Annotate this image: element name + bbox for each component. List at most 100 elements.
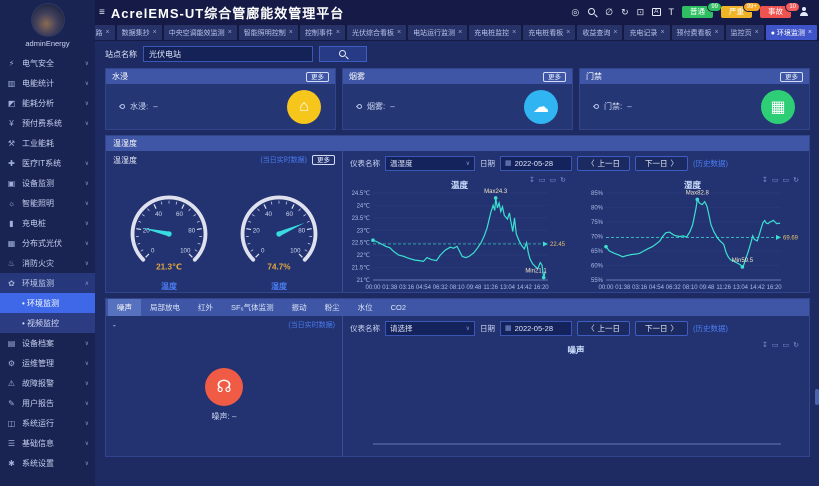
refresh-icon[interactable]: ↻ [621, 8, 629, 17]
mute-bell-icon[interactable]: ∅ [605, 8, 613, 17]
tab-close-icon[interactable]: × [613, 29, 617, 36]
more-button[interactable]: 更多 [780, 72, 803, 82]
tab-close-icon[interactable]: × [397, 29, 401, 36]
sidebar-item-分布式光伏[interactable]: ▦ 分布式光伏 ∨ [0, 233, 95, 253]
sidebar-item-工业能耗[interactable]: ⚒ 工业能耗 [0, 133, 95, 153]
sidebar-item-系统运行[interactable]: ◫ 系统运行 ∨ [0, 413, 95, 433]
env-tab-局部放电[interactable]: 局部放电 [141, 299, 189, 316]
dataview-icon[interactable]: ▭ [550, 176, 557, 184]
sidebar-item-设备档案[interactable]: ▤ 设备档案 ∨ [0, 333, 95, 353]
alarm-button-普通[interactable]: 普通 99 [682, 6, 713, 18]
tab-close-icon[interactable]: × [153, 29, 157, 36]
tab-充电桩看板[interactable]: 充电桩看板 × [523, 25, 575, 40]
fullscreen-icon[interactable]: ⊡ [637, 8, 645, 17]
tab-控制事件[interactable]: 控制事件 × [300, 25, 345, 40]
sidebar-item-能耗分析[interactable]: ◩ 能耗分析 ∨ [0, 93, 95, 113]
search-button[interactable] [319, 46, 367, 62]
more-button[interactable]: 更多 [312, 155, 335, 165]
record-icon[interactable]: ◎ [571, 8, 579, 17]
sidebar-item-故障报警[interactable]: ⚠ 故障报警 ∨ [0, 373, 95, 393]
tab-close-icon[interactable]: × [336, 29, 340, 36]
env-tab-振动[interactable]: 振动 [283, 299, 316, 316]
sidebar-item-设备监测[interactable]: ▣ 设备监测 ∨ [0, 173, 95, 193]
refresh-icon[interactable]: ↻ [793, 176, 799, 184]
refresh-icon[interactable]: ↻ [560, 176, 566, 184]
avatar[interactable] [31, 3, 65, 37]
tab-环境监测[interactable]: ● 环境监测 × [766, 25, 817, 40]
download-icon[interactable]: ↧ [762, 176, 768, 184]
prev-day-button[interactable]: 〈 上一日 [577, 321, 630, 336]
tab-充电记录[interactable]: 充电记录 × [624, 25, 669, 40]
alarm-button-事故[interactable]: 事故 10 [760, 6, 791, 18]
sidebar-item-环境监测[interactable]: ✿ 环境监测 ∧ [0, 273, 95, 293]
prev-day-button[interactable]: 〈 上一日 [577, 156, 630, 171]
tab-close-icon[interactable]: × [512, 29, 516, 36]
tab-close-icon[interactable]: × [715, 29, 719, 36]
tab-电水气回路[interactable]: 电水气回路 × [95, 25, 115, 40]
restore-icon[interactable]: ▭ [772, 341, 779, 349]
sidebar-item-智能照明[interactable]: ☼ 智能照明 ∨ [0, 193, 95, 213]
site-name-input[interactable] [143, 46, 313, 62]
tab-收益查询[interactable]: 收益查询 × [577, 25, 622, 40]
sidebar-item-电气安全[interactable]: ⚡ 电气安全 ∨ [0, 53, 95, 73]
next-day-button[interactable]: 下一日 〉 [635, 321, 688, 336]
sidebar-item-用户报告[interactable]: ✎ 用户报告 ∨ [0, 393, 95, 413]
history-data-link[interactable]: (历史数据) [693, 323, 728, 334]
sidebar-item-消防火灾[interactable]: ♨ 消防火灾 ∨ [0, 253, 95, 273]
env-tab-噪声[interactable]: 噪声 [108, 299, 141, 316]
tab-close-icon[interactable]: × [660, 29, 664, 36]
tab-close-icon[interactable]: × [228, 29, 232, 36]
sidebar-item-系统设置[interactable]: ✱ 系统设置 ∨ [0, 453, 95, 473]
more-button[interactable]: 更多 [543, 72, 566, 82]
dataview-icon[interactable]: ▭ [783, 176, 790, 184]
download-icon[interactable]: ↧ [762, 341, 768, 349]
sidebar-item-基础信息[interactable]: ☰ 基础信息 ∨ [0, 433, 95, 453]
download-icon[interactable]: ↧ [529, 176, 535, 184]
sidebar-item-预付费系统[interactable]: ¥ 预付费系统 ∨ [0, 113, 95, 133]
sidebar-item-运维管理[interactable]: ⚙ 运维管理 ∨ [0, 353, 95, 373]
tab-电站运行监测[interactable]: 电站运行监测 × [408, 25, 467, 40]
search-icon[interactable] [587, 7, 597, 17]
date-picker[interactable]: ▦ 2022-05-28 [500, 156, 572, 171]
tab-充电桩监控[interactable]: 充电桩监控 × [469, 25, 521, 40]
tab-预付费看板[interactable]: 预付费看板 × [672, 25, 724, 40]
env-tab-水位[interactable]: 水位 [349, 299, 382, 316]
tab-光伏综合看板[interactable]: 光伏综合看板 × [347, 25, 406, 40]
tab-close-icon[interactable]: × [566, 29, 570, 36]
tab-close-icon[interactable]: × [106, 29, 110, 36]
submenu-item-环境监测[interactable]: • 环境监测 [0, 293, 95, 313]
hamburger-menu-icon[interactable]: ≡ [99, 7, 105, 18]
submenu-item-视频监控[interactable]: • 视频监控 [0, 313, 95, 333]
env-tab-红外[interactable]: 红外 [189, 299, 222, 316]
next-day-button[interactable]: 下一日 〉 [635, 156, 688, 171]
tab-close-icon[interactable]: × [289, 29, 293, 36]
sidebar-item-电能统计[interactable]: ▥ 电能统计 ∨ [0, 73, 95, 93]
dataview-icon[interactable]: ▭ [783, 341, 790, 349]
tab-智能照明控制[interactable]: 智能照明控制 × [239, 25, 298, 40]
meter-select[interactable]: 温湿度 ∨ [385, 156, 475, 171]
sidebar-item-医疗IT系统[interactable]: ✚ 医疗IT系统 ∨ [0, 153, 95, 173]
tab-数据集抄[interactable]: 数据集抄 × [117, 25, 162, 40]
restore-icon[interactable]: ▭ [539, 176, 546, 184]
sidebar-menu: ⚡ 电气安全 ∨ ▥ 电能统计 ∨ ◩ 能耗分析 ∨ ¥ 预付费系统 ∨ ⚒ 工… [0, 53, 95, 486]
meter-select[interactable]: 请选择 ∨ [385, 321, 475, 336]
sidebar-item-充电桩[interactable]: ▮ 充电桩 ∨ [0, 213, 95, 233]
tab-close-icon[interactable]: × [458, 29, 462, 36]
alarm-button-严重[interactable]: 严重 99+ [721, 6, 752, 18]
tab-close-icon[interactable]: × [755, 29, 759, 36]
env-tab-CO2[interactable]: CO2 [382, 299, 415, 316]
refresh-icon[interactable]: ↻ [793, 341, 799, 349]
theme-icon[interactable]: T [669, 8, 675, 17]
tab-监控页[interactable]: 监控页 × [726, 25, 764, 40]
tab-中央空调能效监测[interactable]: 中央空调能效监测 × [164, 25, 237, 40]
more-button[interactable]: 更多 [306, 72, 329, 82]
date-picker[interactable]: ▦ 2022-05-28 [500, 321, 572, 336]
env-tab-SF₆气体监测[interactable]: SF₆气体监测 [222, 299, 283, 316]
history-data-link[interactable]: (历史数据) [693, 158, 728, 169]
env-tab-粉尘[interactable]: 粉尘 [316, 299, 349, 316]
restore-icon[interactable]: ▭ [772, 176, 779, 184]
user-icon[interactable] [799, 7, 809, 17]
font-size-icon[interactable]: A [652, 8, 660, 17]
tab-close-icon[interactable]: × [808, 29, 812, 36]
scrollbar-thumb[interactable] [815, 389, 819, 405]
